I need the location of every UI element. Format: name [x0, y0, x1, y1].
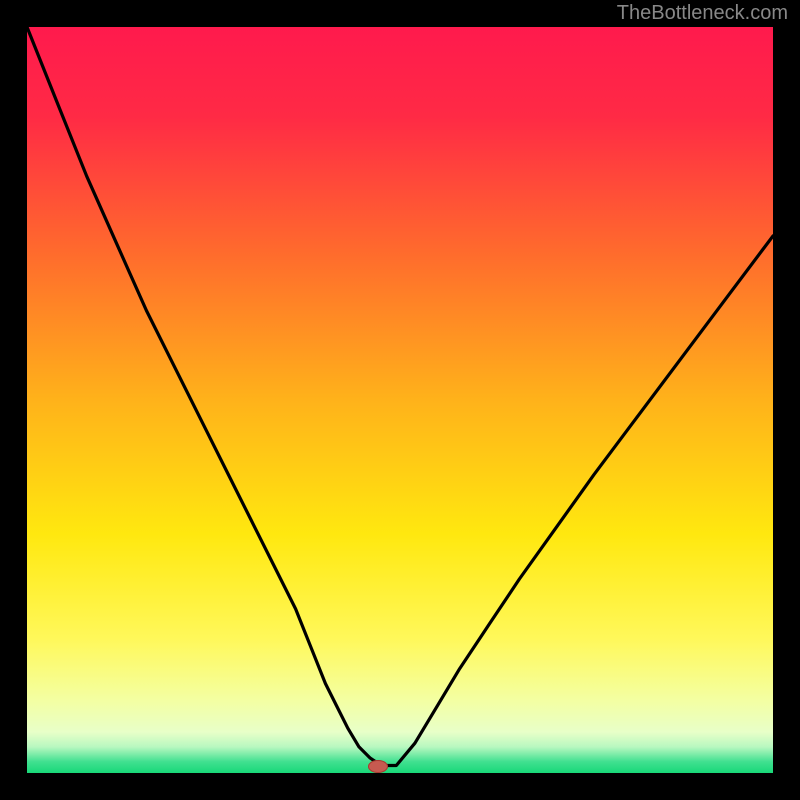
plot-area — [27, 27, 773, 773]
bottleneck-curve — [27, 27, 773, 773]
watermark-text: TheBottleneck.com — [617, 2, 788, 25]
optimum-marker — [368, 760, 388, 773]
chart-frame: TheBottleneck.com — [0, 0, 800, 800]
